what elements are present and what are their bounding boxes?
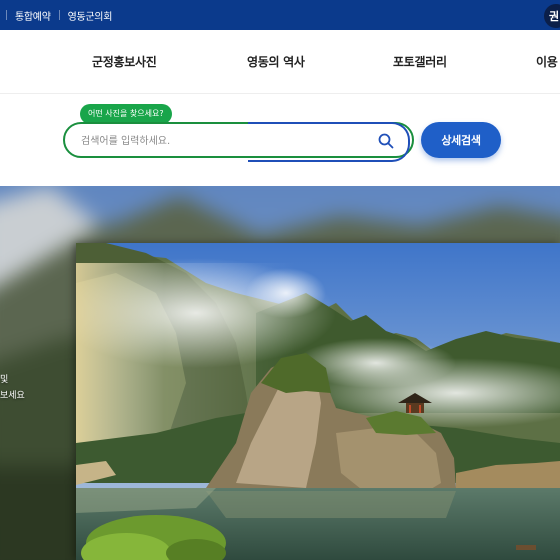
nav-item-promo-photos[interactable]: 군정홍보사진 xyxy=(92,53,157,70)
util-link-council[interactable]: 영동군의회 xyxy=(60,8,121,23)
page: 통합예약 영동군의회 권 군정홍보사진 영동의 역사 포토갤러리 이용 어떤 사… xyxy=(0,0,560,560)
background-side-text: 및 보세요 xyxy=(0,372,25,404)
side-text-line-1: 및 xyxy=(0,375,9,385)
util-circle-button[interactable]: 권 xyxy=(544,4,560,28)
search-input[interactable] xyxy=(81,131,361,151)
search-tooltip: 어떤 사진을 찾으세요? xyxy=(80,104,172,129)
featured-photo[interactable] xyxy=(76,243,560,560)
search-icon[interactable] xyxy=(378,133,394,149)
nav-item-history[interactable]: 영동의 역사 xyxy=(247,53,305,70)
search-area: 어떤 사진을 찾으세요? 상세검색 xyxy=(0,94,560,186)
side-text-line-2: 보세요 xyxy=(0,391,25,401)
nav-item-photo-gallery[interactable]: 포토갤러리 xyxy=(393,53,447,70)
util-link-reservation[interactable]: 통합예약 xyxy=(7,8,59,23)
nav-item-usage[interactable]: 이용 xyxy=(536,53,558,70)
detail-search-button[interactable]: 상세검색 xyxy=(421,122,501,158)
utility-bar: 통합예약 영동군의회 권 xyxy=(0,0,560,30)
search-box xyxy=(63,122,414,162)
landscape-image xyxy=(76,243,560,560)
main-nav: 군정홍보사진 영동의 역사 포토갤러리 이용 xyxy=(0,30,560,94)
